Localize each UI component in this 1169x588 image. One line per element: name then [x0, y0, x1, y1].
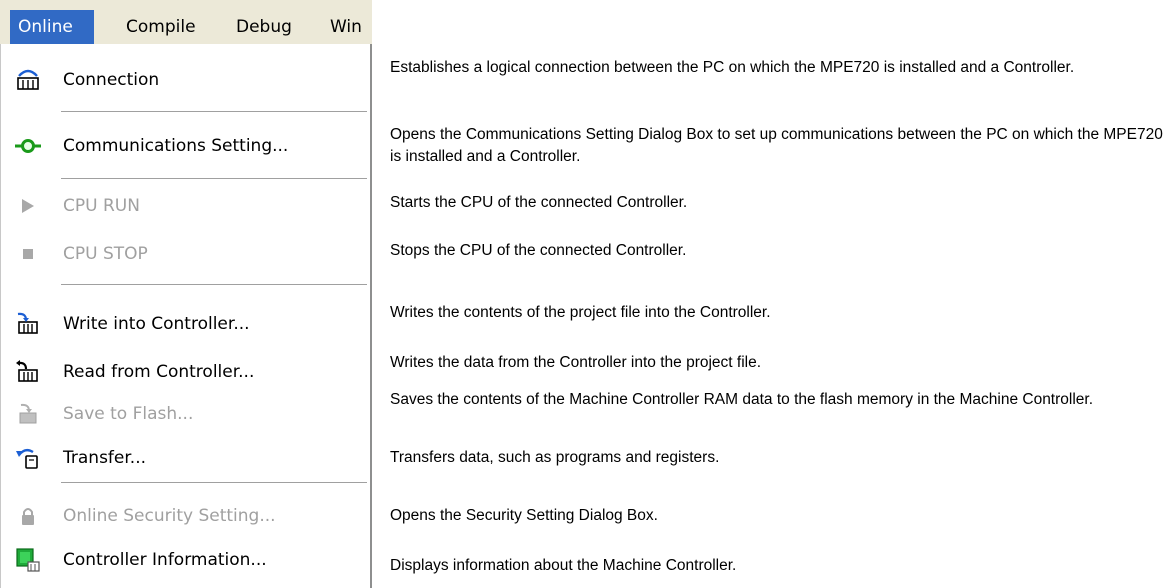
- controller-info-icon: [15, 548, 41, 572]
- description-connection: Establishes a logical connection between…: [390, 59, 1075, 76]
- stop-icon: [15, 242, 41, 266]
- menu-separator: [61, 482, 367, 484]
- menu-item-label: Communications Setting...: [63, 136, 289, 156]
- online-dropdown-menu: Connection Communications Setting... CPU…: [0, 44, 372, 588]
- menu-item-connection[interactable]: Connection: [1, 60, 369, 100]
- menu-separator: [61, 111, 367, 113]
- description-save-to-flash: Saves the contents of the Machine Contro…: [390, 391, 1094, 408]
- description-read-from-controller: Writes the data from the Controller into…: [390, 354, 762, 371]
- menu-item-label: CPU STOP: [63, 244, 148, 264]
- menu-item-label: Online Security Setting...: [63, 506, 276, 526]
- read-controller-icon: [15, 360, 41, 384]
- menu-item-cpu-stop[interactable]: CPU STOP: [1, 234, 369, 274]
- menubar-window[interactable]: Win: [322, 10, 372, 44]
- description-cpu-run: Starts the CPU of the connected Controll…: [390, 194, 688, 211]
- menu-bar: Online Compile Debug Win: [0, 0, 372, 45]
- description-online-security-setting: Opens the Security Setting Dialog Box.: [390, 507, 658, 524]
- lock-icon: [15, 504, 41, 528]
- menu-separator: [61, 178, 367, 180]
- menu-item-label: CPU RUN: [63, 196, 140, 216]
- connection-icon: [15, 68, 41, 92]
- communications-setting-icon: [15, 134, 41, 158]
- save-flash-icon: [15, 402, 41, 426]
- menu-separator: [61, 284, 367, 286]
- description-write-into-controller: Writes the contents of the project file …: [390, 304, 771, 321]
- menu-item-communications-setting[interactable]: Communications Setting...: [1, 126, 369, 166]
- menu-item-online-security-setting[interactable]: Online Security Setting...: [1, 496, 369, 536]
- description-cpu-stop: Stops the CPU of the connected Controlle…: [390, 242, 687, 259]
- description-communications-setting: Opens the Communications Setting Dialog …: [390, 126, 1163, 165]
- menubar-compile[interactable]: Compile: [118, 10, 204, 44]
- menu-item-label: Save to Flash...: [63, 404, 194, 424]
- menu-item-label: Connection: [63, 70, 160, 90]
- menu-item-save-to-flash[interactable]: Save to Flash...: [1, 394, 369, 434]
- description-controller-information: Displays information about the Machine C…: [390, 557, 737, 574]
- menu-item-label: Write into Controller...: [63, 314, 250, 334]
- menu-item-transfer[interactable]: Transfer...: [1, 438, 369, 478]
- menubar-debug[interactable]: Debug: [228, 10, 300, 44]
- menu-item-cpu-run[interactable]: CPU RUN: [1, 186, 369, 226]
- menubar-online[interactable]: Online: [10, 10, 94, 44]
- write-controller-icon: [15, 312, 41, 336]
- menu-item-label: Controller Information...: [63, 550, 267, 570]
- menu-item-read-from-controller[interactable]: Read from Controller...: [1, 352, 369, 392]
- menu-item-write-into-controller[interactable]: Write into Controller...: [1, 304, 369, 344]
- description-transfer: Transfers data, such as programs and reg…: [390, 449, 720, 466]
- menu-item-label: Transfer...: [63, 448, 147, 468]
- menu-item-controller-information[interactable]: Controller Information...: [1, 540, 369, 580]
- transfer-icon: [15, 446, 41, 470]
- menu-item-label: Read from Controller...: [63, 362, 255, 382]
- play-icon: [15, 194, 41, 218]
